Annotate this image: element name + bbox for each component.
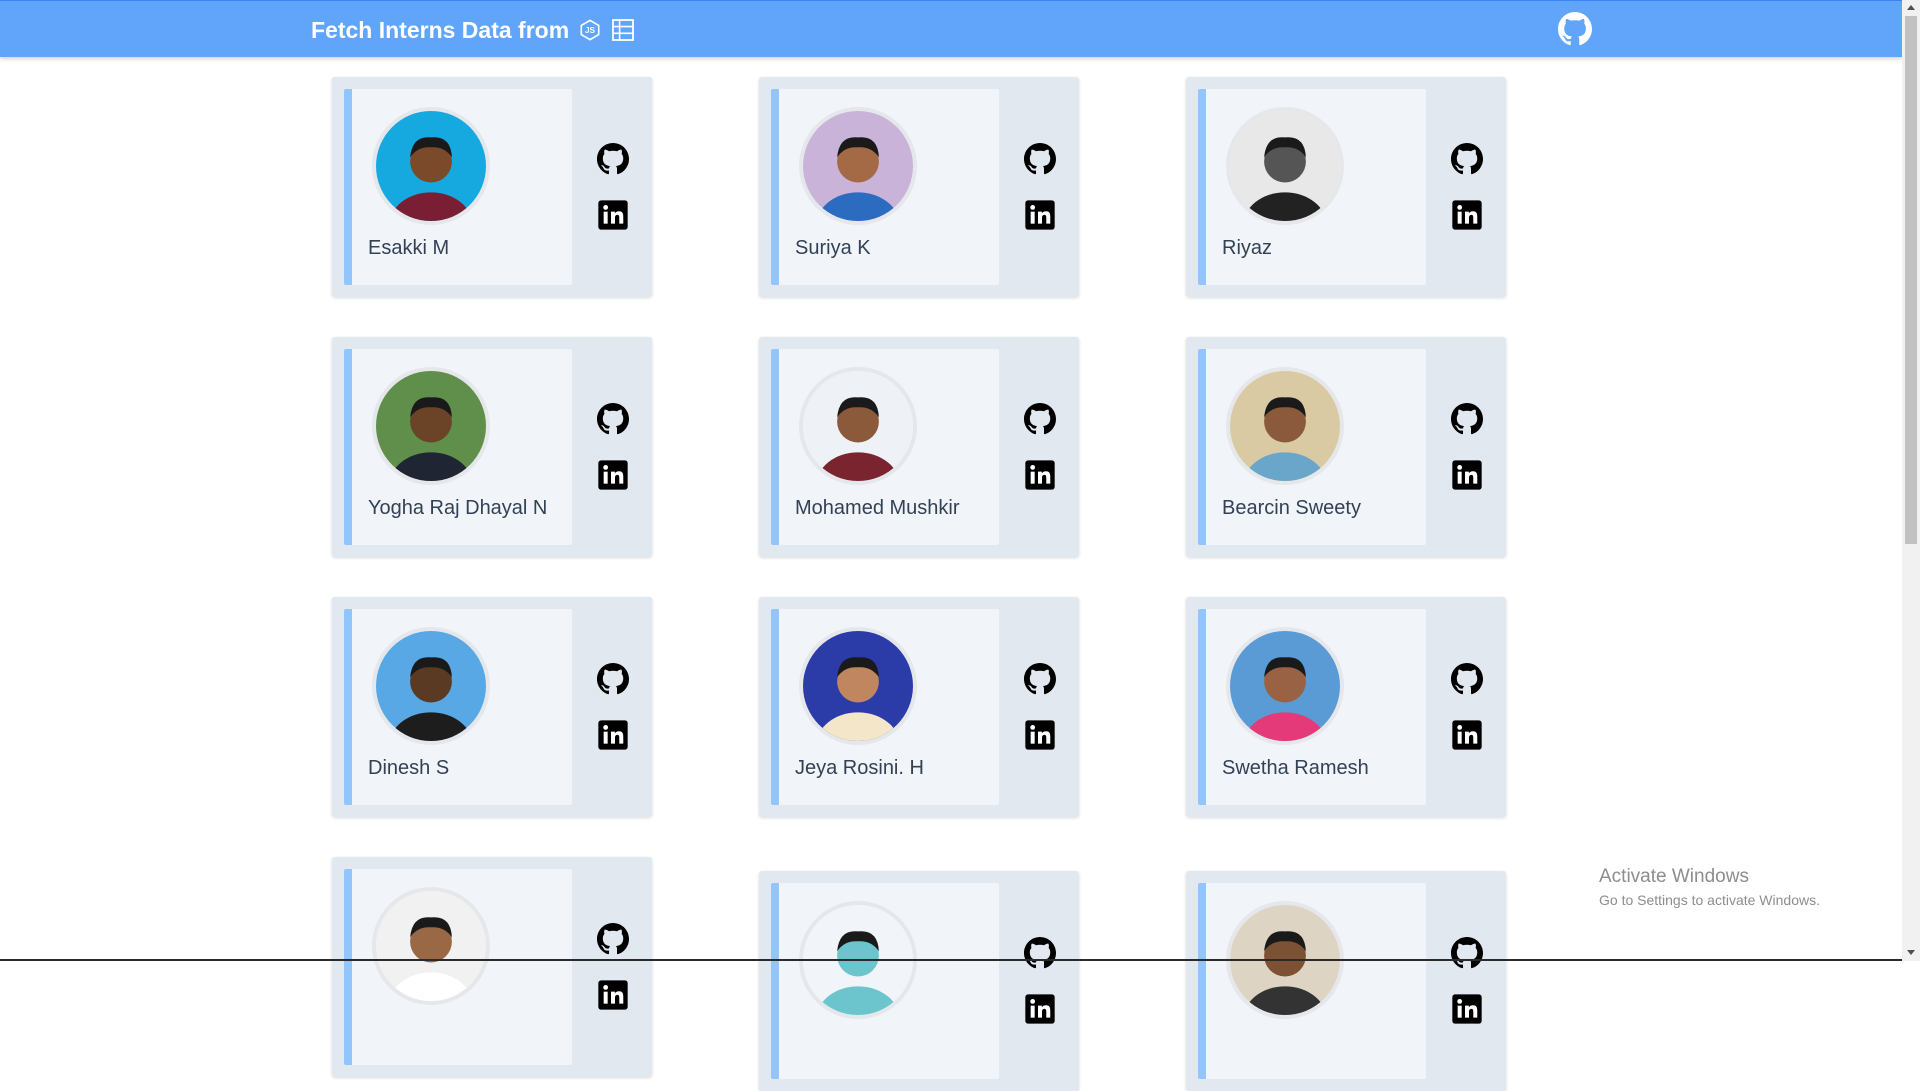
database-icon bbox=[612, 19, 635, 41]
intern-name: Dinesh S bbox=[368, 757, 450, 779]
linkedin-icon[interactable] bbox=[597, 979, 629, 1011]
github-icon[interactable] bbox=[1451, 403, 1483, 435]
intern-avatar bbox=[799, 367, 917, 485]
linkedin-icon[interactable] bbox=[1024, 993, 1056, 1025]
intern-card-body bbox=[1198, 883, 1426, 1079]
intern-name: Bearcin Sweety bbox=[1222, 497, 1361, 519]
intern-card: Swetha Ramesh bbox=[1186, 597, 1506, 817]
intern-card-body: Bearcin Sweety bbox=[1198, 349, 1426, 545]
github-icon[interactable] bbox=[597, 663, 629, 695]
intern-avatar bbox=[799, 107, 917, 225]
intern-card-body: Mohamed Mushkir bbox=[771, 349, 999, 545]
github-icon[interactable] bbox=[1024, 403, 1056, 435]
intern-social-links bbox=[1024, 937, 1056, 1049]
scroll-thumb[interactable] bbox=[1905, 16, 1917, 544]
linkedin-icon[interactable] bbox=[1024, 199, 1056, 231]
intern-card: Suriya K bbox=[759, 77, 1079, 297]
intern-avatar bbox=[372, 367, 490, 485]
intern-card: Yogha Raj Dhayal N bbox=[332, 337, 652, 557]
intern-card-body: Dinesh S bbox=[344, 609, 572, 805]
scroll-up-arrow-icon[interactable] bbox=[1902, 0, 1920, 16]
linkedin-icon[interactable] bbox=[1024, 719, 1056, 751]
intern-card bbox=[1186, 871, 1506, 1091]
linkedin-icon[interactable] bbox=[1024, 459, 1056, 491]
intern-avatar bbox=[372, 107, 490, 225]
intern-social-links bbox=[1024, 663, 1056, 775]
javascript-icon: JS bbox=[580, 19, 600, 41]
intern-card-body: Jeya Rosini. H bbox=[771, 609, 999, 805]
linkedin-icon[interactable] bbox=[1451, 459, 1483, 491]
intern-card-body: Riyaz bbox=[1198, 89, 1426, 285]
intern-card bbox=[332, 857, 652, 1077]
github-icon[interactable] bbox=[1024, 663, 1056, 695]
linkedin-icon[interactable] bbox=[1451, 719, 1483, 751]
scrollbar[interactable] bbox=[1902, 0, 1920, 961]
intern-social-links bbox=[1024, 143, 1056, 255]
intern-card: Bearcin Sweety bbox=[1186, 337, 1506, 557]
intern-social-links bbox=[1451, 937, 1483, 1049]
linkedin-icon[interactable] bbox=[597, 199, 629, 231]
brand: Fetch Interns Data from JS bbox=[311, 1, 635, 59]
intern-social-links bbox=[597, 663, 629, 775]
intern-social-links bbox=[1451, 403, 1483, 515]
header-bar: Fetch Interns Data from JS bbox=[0, 0, 1902, 57]
github-icon[interactable] bbox=[1024, 143, 1056, 175]
github-icon[interactable] bbox=[1558, 12, 1592, 46]
intern-social-links bbox=[597, 143, 629, 255]
watermark-title: Activate Windows bbox=[1599, 866, 1749, 887]
watermark-subtitle: Go to Settings to activate Windows. bbox=[1599, 892, 1820, 908]
linkedin-icon[interactable] bbox=[1451, 993, 1483, 1025]
intern-social-links bbox=[1451, 663, 1483, 775]
intern-card-body bbox=[344, 869, 572, 1065]
intern-name: Jeya Rosini. H bbox=[795, 757, 924, 779]
scroll-down-arrow-icon[interactable] bbox=[1902, 944, 1920, 960]
github-icon[interactable] bbox=[597, 923, 629, 955]
intern-social-links bbox=[597, 923, 629, 1035]
intern-name: Esakki M bbox=[368, 237, 450, 259]
intern-card-body: Swetha Ramesh bbox=[1198, 609, 1426, 805]
github-icon[interactable] bbox=[597, 143, 629, 175]
intern-name: Yogha Raj Dhayal N bbox=[368, 497, 548, 519]
intern-card-body: Esakki M bbox=[344, 89, 572, 285]
github-icon[interactable] bbox=[1451, 663, 1483, 695]
intern-avatar bbox=[1226, 627, 1344, 745]
intern-name: Mohamed Mushkir bbox=[795, 497, 960, 519]
intern-card-body: Yogha Raj Dhayal N bbox=[344, 349, 572, 545]
intern-card: Esakki M bbox=[332, 77, 652, 297]
intern-card-body: Suriya K bbox=[771, 89, 999, 285]
intern-card bbox=[759, 871, 1079, 1091]
intern-card-body bbox=[771, 883, 999, 1079]
github-icon[interactable] bbox=[597, 403, 629, 435]
github-icon[interactable] bbox=[1451, 937, 1483, 969]
intern-card: Mohamed Mushkir bbox=[759, 337, 1079, 557]
github-icon[interactable] bbox=[1451, 143, 1483, 175]
intern-name: Suriya K bbox=[795, 237, 871, 259]
svg-text:JS: JS bbox=[585, 26, 596, 35]
intern-avatar bbox=[799, 627, 917, 745]
linkedin-icon[interactable] bbox=[1451, 199, 1483, 231]
intern-avatar bbox=[1226, 107, 1344, 225]
page-title: Fetch Interns Data from bbox=[311, 16, 570, 43]
intern-social-links bbox=[597, 403, 629, 515]
intern-social-links bbox=[1024, 403, 1056, 515]
intern-card: Dinesh S bbox=[332, 597, 652, 817]
linkedin-icon[interactable] bbox=[597, 459, 629, 491]
github-icon[interactable] bbox=[1024, 937, 1056, 969]
intern-name: Swetha Ramesh bbox=[1222, 757, 1369, 779]
intern-avatar bbox=[1226, 367, 1344, 485]
intern-avatar bbox=[372, 627, 490, 745]
intern-card: Jeya Rosini. H bbox=[759, 597, 1079, 817]
intern-avatar bbox=[372, 887, 490, 1005]
intern-card: Riyaz bbox=[1186, 77, 1506, 297]
windows-activation-watermark: Activate Windows Go to Settings to activ… bbox=[1599, 866, 1820, 908]
intern-social-links bbox=[1451, 143, 1483, 255]
intern-name: Riyaz bbox=[1222, 237, 1273, 259]
linkedin-icon[interactable] bbox=[597, 719, 629, 751]
